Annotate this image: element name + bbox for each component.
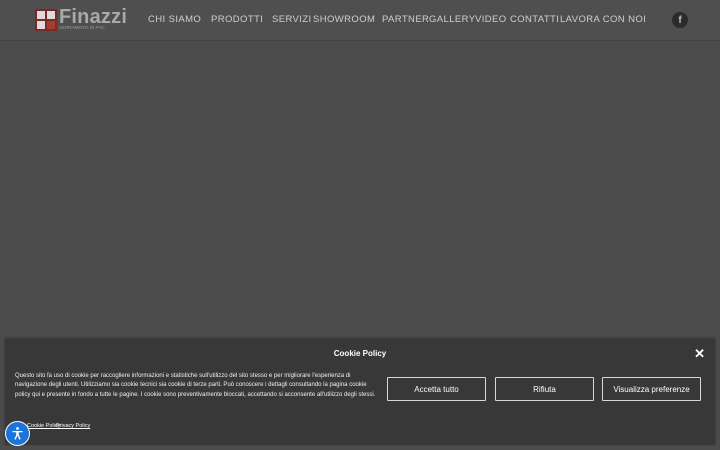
nav-servizi[interactable]: SERVIZI xyxy=(272,14,312,25)
cookie-banner-text: Questo sito fa uso di cookie per raccogl… xyxy=(15,373,376,398)
view-preferences-button[interactable]: Visualizza preferenze xyxy=(602,377,701,401)
nav-video[interactable]: VIDEO xyxy=(475,14,507,25)
close-icon[interactable]: ✕ xyxy=(694,347,705,360)
logo-tagline: SERRAMENTI IN PVC xyxy=(59,25,105,30)
nav-chi-siamo[interactable]: CHI SIAMO xyxy=(148,14,201,25)
nav-showroom[interactable]: SHOWROOM xyxy=(313,14,375,25)
accept-all-button[interactable]: Accetta tutto xyxy=(387,377,486,401)
privacy-policy-link[interactable]: Privacy Policy xyxy=(56,423,90,429)
accessibility-icon[interactable] xyxy=(5,421,30,446)
accessibility-figure-icon xyxy=(12,427,23,440)
site-header: Finazzi SERRAMENTI IN PVC CHI SIAMO PROD… xyxy=(0,0,720,41)
logo-mark-icon xyxy=(35,9,57,31)
cookie-banner: Cookie Policy ✕ Questo sito fa uso di co… xyxy=(5,339,715,445)
cookie-banner-title: Cookie Policy xyxy=(333,349,387,358)
nav-partner[interactable]: PARTNER xyxy=(382,14,429,25)
nav-lavora-con-noi[interactable]: LAVORA CON NOI xyxy=(560,14,646,25)
reject-button[interactable]: Rifiuta xyxy=(495,377,594,401)
nav-contatti[interactable]: CONTATTI xyxy=(510,14,559,25)
facebook-icon[interactable]: f xyxy=(672,12,688,28)
nav-gallery[interactable]: GALLERY xyxy=(429,14,475,25)
finazzi-logo[interactable]: Finazzi SERRAMENTI IN PVC xyxy=(35,6,127,31)
nav-prodotti[interactable]: PRODOTTI xyxy=(211,14,263,25)
